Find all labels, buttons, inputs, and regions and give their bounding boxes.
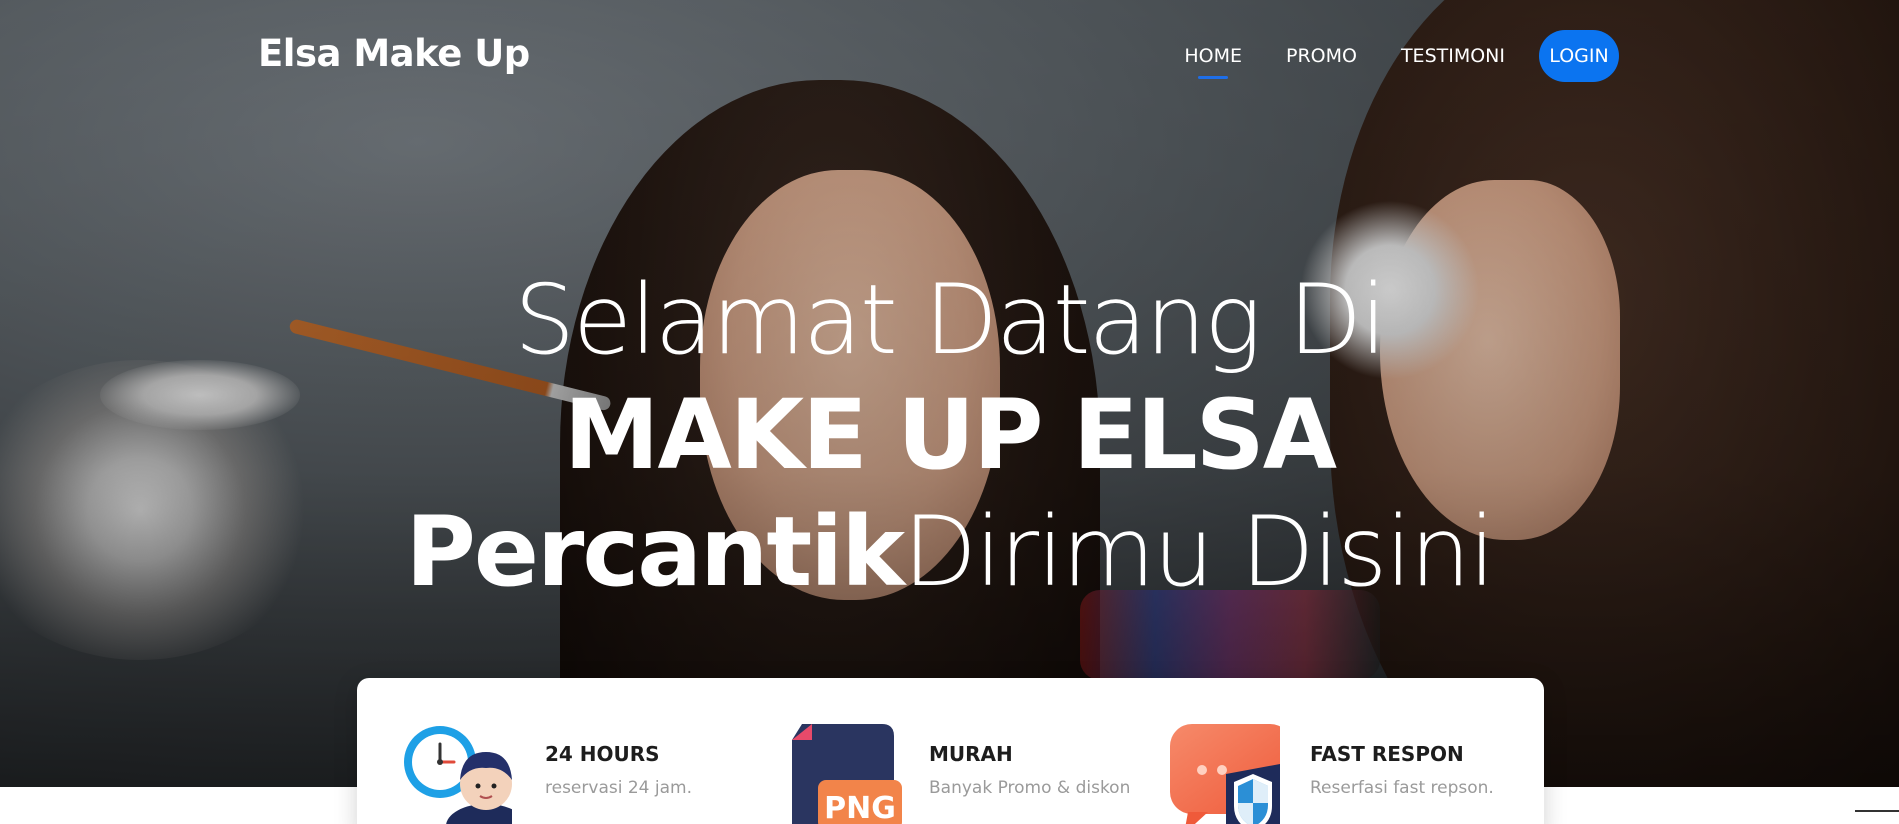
hero-heading: Selamat Datang Di MAKE UP ELSA Percantik… (0, 265, 1899, 610)
feature-title: FAST RESPON (1310, 742, 1464, 766)
hero-line-2: MAKE UP ELSA (563, 379, 1337, 491)
hero-line-3: PercantikDirimu Disini (0, 495, 1899, 610)
hero-line-3-bold: Percantik (405, 496, 905, 608)
features-card: 24 HOURS reservasi 24 jam. PNG MURAH Ban… (357, 678, 1544, 824)
nav-promo[interactable]: PROMO (1286, 33, 1357, 79)
feature-title: 24 HOURS (545, 742, 660, 766)
corner-divider (1855, 810, 1899, 824)
hero-line-1: Selamat Datang Di (514, 264, 1387, 376)
feature-desc: Banyak Promo & diskon (929, 778, 1131, 798)
feature-desc: Reserfasi fast repson. (1310, 778, 1494, 798)
feature-desc: reservasi 24 jam. (545, 778, 692, 798)
feature-title: MURAH (929, 742, 1013, 766)
svg-text:PNG: PNG (824, 791, 896, 824)
brand-logo[interactable]: Elsa Make Up (258, 32, 530, 75)
nav-links: HOME PROMO TESTIMONI LOGIN (1140, 30, 1619, 82)
clock-support-icon (402, 724, 526, 824)
navbar: Elsa Make Up HOME PROMO TESTIMONI LOGIN (0, 0, 1899, 110)
nav-home[interactable]: HOME (1184, 33, 1242, 79)
chat-shield-icon (1170, 724, 1292, 824)
hero-line-3-light: Dirimu Disini (903, 496, 1495, 608)
png-file-icon: PNG (792, 724, 902, 824)
nav-testimoni[interactable]: TESTIMONI (1401, 33, 1505, 79)
login-button[interactable]: LOGIN (1539, 30, 1619, 82)
